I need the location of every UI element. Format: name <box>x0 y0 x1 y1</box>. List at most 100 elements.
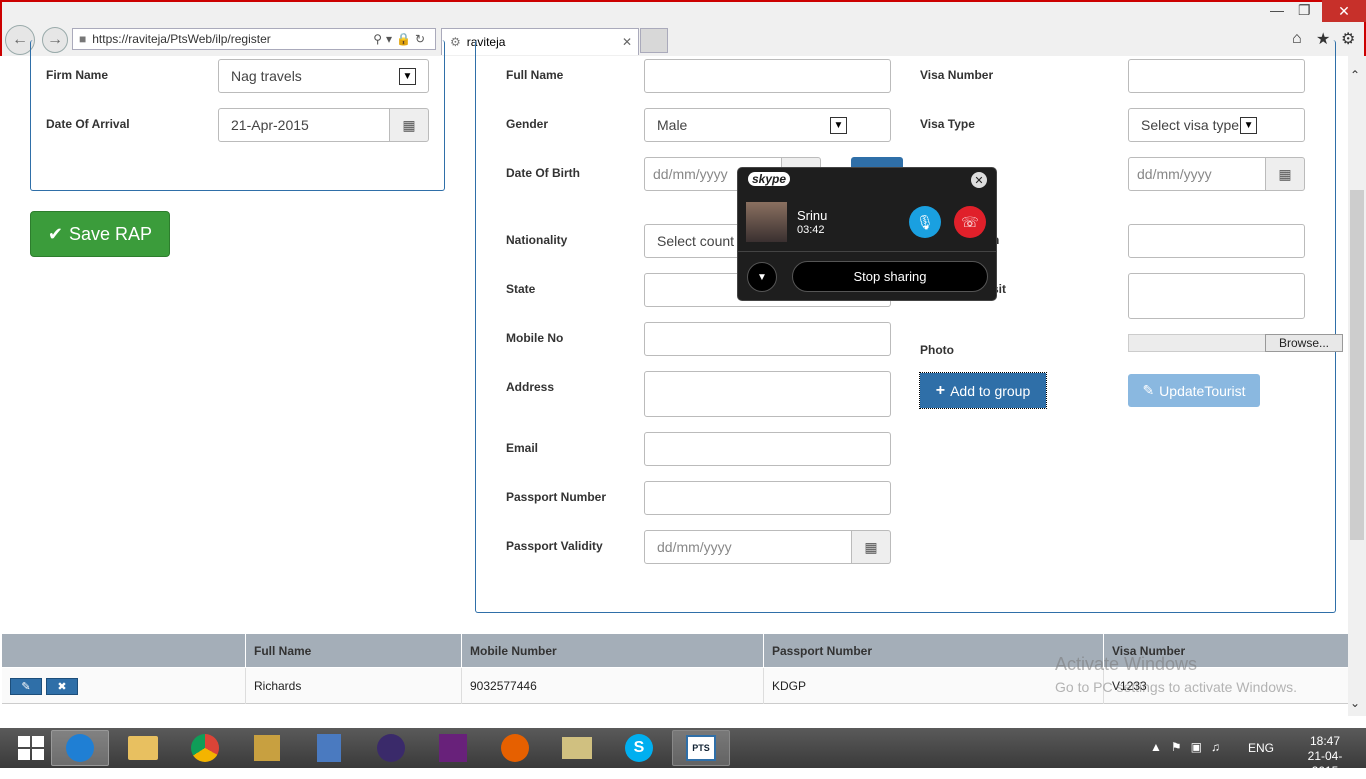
internet-explorer-icon[interactable] <box>51 730 109 766</box>
date-arrival-label: Date Of Arrival <box>46 117 130 131</box>
firm-name-value: Nag travels <box>231 68 302 84</box>
chrome-icon[interactable] <box>176 730 234 766</box>
chevron-down-icon[interactable]: ▼ <box>747 262 777 292</box>
clock-time: 18:47 <box>1309 734 1341 748</box>
file-explorer-icon[interactable] <box>114 730 172 766</box>
passport-validity-input[interactable]: dd/mm/yyyy <box>644 530 852 564</box>
dob-placeholder: dd/mm/yyyy <box>653 166 728 182</box>
eclipse-icon[interactable] <box>362 730 420 766</box>
skype-call-widget: skype ✕ Srinu 03:42 🎙 ☏ ▼ Stop sharing <box>737 167 997 301</box>
update-tourist-button[interactable]: ✎ UpdateTourist <box>1128 374 1260 407</box>
folder-icon[interactable] <box>548 730 606 766</box>
nationality-label: Nationality <box>506 233 568 247</box>
update-tourist-label: UpdateTourist <box>1159 382 1246 399</box>
mobile-label: Mobile No <box>506 331 564 345</box>
visa-number-label: Visa Number <box>920 68 994 82</box>
visual-studio-icon[interactable] <box>424 730 482 766</box>
add-to-group-button[interactable]: + Add to group <box>919 372 1047 409</box>
skype-taskbar-icon[interactable]: S <box>610 730 668 766</box>
clock[interactable]: 18:47 21-04-2015 <box>1300 734 1350 779</box>
scroll-down-icon[interactable]: ⌄ <box>1350 696 1360 710</box>
clock-date: 21-04-2015 <box>1307 749 1343 778</box>
visit-purpose-textarea[interactable] <box>1128 273 1305 319</box>
cell-full-name: Richards <box>245 668 461 704</box>
mobile-input[interactable] <box>644 322 891 356</box>
full-name-label: Full Name <box>506 68 564 82</box>
stop-sharing-button[interactable]: Stop sharing <box>792 261 988 292</box>
date-arrival-input[interactable]: 21-Apr-2015 <box>218 108 390 142</box>
calendar-icon[interactable]: ▦ <box>1265 157 1305 191</box>
minimize-icon[interactable]: — <box>1270 2 1284 18</box>
watermark-line2: Go to PC settings to activate Windows. <box>1055 679 1297 695</box>
cell-mobile: 9032577446 <box>461 668 763 704</box>
row-actions: ✎ ✖ <box>2 668 245 704</box>
microphone-icon[interactable]: 🎙 <box>909 206 941 238</box>
pts-label: PTS <box>686 735 716 761</box>
cell-passport: KDGP <box>763 668 1103 704</box>
date-arrival-value: 21-Apr-2015 <box>231 117 309 133</box>
close-icon[interactable]: ✕ <box>971 172 987 188</box>
edit-pencil-icon[interactable]: ✎ <box>10 677 42 695</box>
email-label: Email <box>506 441 539 455</box>
column-header-full-name[interactable]: Full Name <box>245 634 461 667</box>
state-label: State <box>506 282 536 296</box>
firm-name-label: Firm Name <box>46 68 109 82</box>
hang-up-icon[interactable]: ☏ <box>954 206 986 238</box>
column-header-passport[interactable]: Passport Number <box>763 634 1103 667</box>
edit-icon: ✎ <box>1142 382 1155 398</box>
scrollbar-thumb[interactable] <box>1350 190 1364 540</box>
address-textarea[interactable] <box>644 371 891 417</box>
gender-value: Male <box>657 117 688 133</box>
visa-type-label: Visa Type <box>920 117 975 131</box>
email-input[interactable] <box>644 432 891 466</box>
server-icon[interactable] <box>300 730 358 766</box>
nationality-value: Select count <box>657 233 735 249</box>
calendar-icon[interactable]: ▦ <box>851 530 891 564</box>
passport-number-input[interactable] <box>644 481 891 515</box>
chevron-down-icon: ▼ <box>1240 116 1258 134</box>
visa-field-input[interactable] <box>1128 224 1305 258</box>
firefox-icon[interactable] <box>486 730 544 766</box>
restore-icon[interactable]: ❐ <box>1298 2 1311 19</box>
tools-icon[interactable] <box>238 730 296 766</box>
full-name-input[interactable] <box>644 59 891 93</box>
dob-label: Date Of Birth <box>506 166 581 180</box>
chevron-down-icon: ▼ <box>399 67 416 85</box>
gender-select[interactable]: Male ▼ <box>644 108 891 142</box>
visa-number-input[interactable] <box>1128 59 1305 93</box>
avatar <box>746 202 787 242</box>
gender-label: Gender <box>506 117 549 131</box>
delete-x-icon[interactable]: ✖ <box>46 677 78 695</box>
close-window-icon[interactable]: ✕ <box>1322 0 1366 22</box>
column-header-mobile[interactable]: Mobile Number <box>461 634 763 667</box>
save-rap-label: Save RAP <box>69 223 153 244</box>
firm-name-select[interactable]: Nag travels ▼ <box>218 59 429 93</box>
save-rap-button[interactable]: ✔ Save RAP <box>30 211 170 257</box>
photo-file-input[interactable] <box>1128 334 1266 352</box>
browse-button[interactable]: Browse... <box>1265 334 1343 352</box>
activate-windows-watermark: Activate Windows Go to PC settings to ac… <box>1055 653 1297 699</box>
checkmark-icon: ✔ <box>47 223 64 244</box>
plus-icon: + <box>935 381 946 399</box>
photo-label: Photo <box>920 343 954 357</box>
scroll-up-icon[interactable]: ⌃ <box>1350 68 1360 82</box>
visa-type-select[interactable]: Select visa type ▼ <box>1128 108 1305 142</box>
call-duration: 03:42 <box>797 224 825 236</box>
pts-app-icon[interactable]: PTS <box>672 730 730 766</box>
chevron-down-icon: ▼ <box>830 116 847 134</box>
calendar-icon[interactable]: ▦ <box>389 108 429 142</box>
visa-date-placeholder: dd/mm/yyyy <box>1137 166 1212 182</box>
visa-type-value: Select visa type <box>1141 117 1240 133</box>
settings-gear-icon[interactable]: ⚙ <box>1341 29 1355 49</box>
caller-name: Srinu <box>797 208 828 223</box>
watermark-line1: Activate Windows <box>1055 654 1198 674</box>
address-label: Address <box>506 380 555 394</box>
divider <box>738 251 996 252</box>
add-to-group-label: Add to group <box>950 382 1031 399</box>
passport-number-label: Passport Number <box>506 490 607 504</box>
system-tray-icons[interactable]: ▲⚑▣♫ <box>1150 740 1229 754</box>
language-indicator[interactable]: ENG <box>1248 741 1274 755</box>
visa-date-input[interactable]: dd/mm/yyyy <box>1128 157 1266 191</box>
tab-favicon-icon: ⚙ <box>450 35 461 49</box>
skype-logo: skype <box>748 172 791 186</box>
